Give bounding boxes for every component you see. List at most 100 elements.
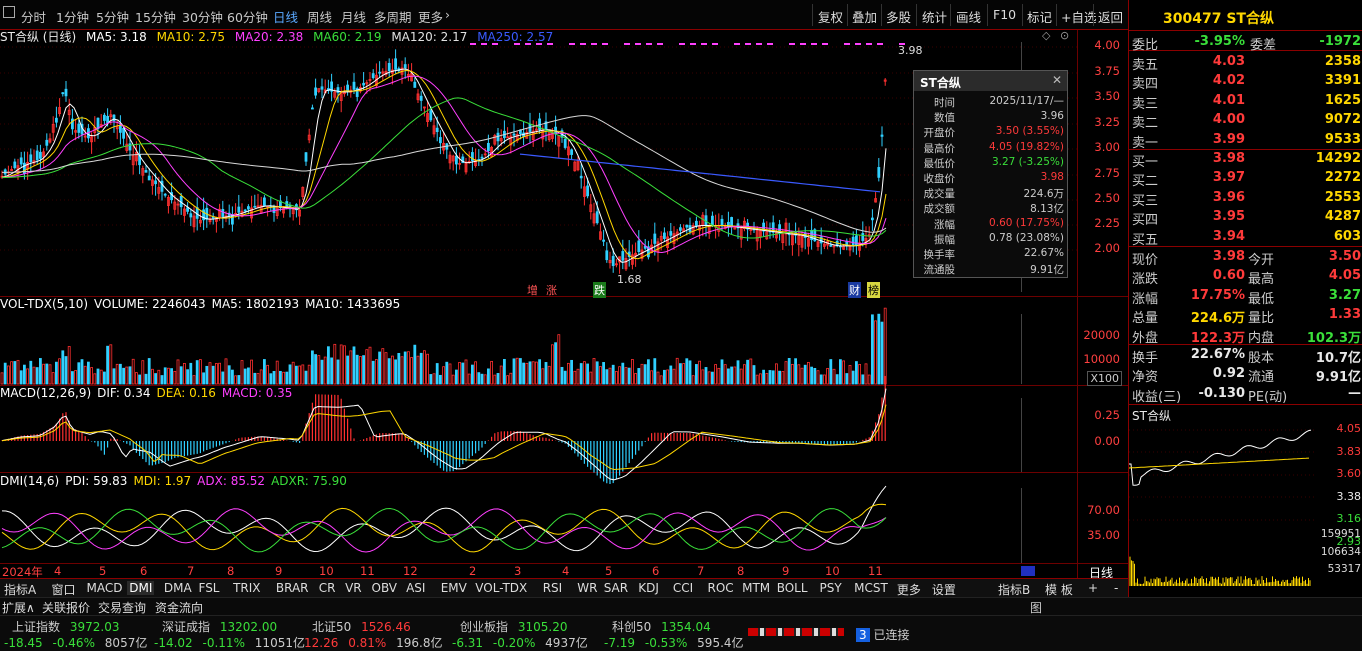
ask-row[interactable]: 卖五 4.03 2358 [1129,52,1362,73]
index-item[interactable]: 上证指数 3972.03 [12,618,119,635]
template-tab[interactable]: 模 板 [1043,581,1075,598]
indicator-tab[interactable]: 指标A [2,581,38,598]
indicator-tab[interactable]: PSY [818,581,844,595]
volume-bar [349,350,353,385]
f10-button[interactable]: F10 [993,7,1016,22]
period-5min[interactable]: 5分钟 [96,7,129,26]
template-tab[interactable]: - [1112,581,1120,595]
indicator-tab[interactable]: 窗口 [50,581,78,598]
trade-query-link[interactable]: 交易查询 [98,599,146,616]
expand-link[interactable]: 扩展∧ [2,599,35,616]
bid-row[interactable]: 买二 3.97 2272 [1129,168,1362,189]
indicator-tab[interactable]: ROC [706,581,736,595]
indicator-tab[interactable]: CCI [671,581,695,595]
period-weekly[interactable]: 周线 [307,7,332,26]
back-button[interactable]: 返回 [1098,7,1123,26]
volume-bar [422,350,426,385]
indicator-tab[interactable]: FSL [197,581,222,595]
chart-icon[interactable]: 图 [1030,599,1042,616]
period-monthly[interactable]: 月线 [341,7,366,26]
multistock-button[interactable]: 多股 [886,7,911,26]
indicator-tab[interactable]: DMI [127,581,155,595]
indicator-tab[interactable]: OBV [370,581,400,595]
period-multi[interactable]: 多周期 [374,7,412,26]
index-item[interactable]: 深证成指 13202.00 [162,618,277,635]
related-quote-link[interactable]: 关联报价 [42,599,90,616]
indicator-tab[interactable]: RSI [541,581,565,595]
period-15min[interactable]: 15分钟 [135,7,176,26]
bid-row[interactable]: 买三 3.96 2553 [1129,188,1362,209]
volume-bar [826,368,829,385]
event-marker-cai[interactable]: 财 [848,282,861,298]
volume-bar [163,367,167,385]
overlay-button[interactable]: 叠加 [852,7,877,26]
index-item[interactable]: 北证50 1526.46 [312,618,411,635]
volume-bar [535,361,538,385]
add-favorite-button[interactable]: +自选 [1061,7,1096,26]
zoom-icon[interactable]: ◇ [1042,29,1050,42]
scroll-indicator[interactable] [1021,566,1035,576]
indicator-tab[interactable]: KDJ [636,581,661,595]
template-tab[interactable]: 指标B [996,581,1032,598]
event-marker-zeng[interactable]: 增 [527,282,538,298]
period-daily[interactable]: 日线 [273,7,298,26]
candle-body [186,207,190,212]
indicator-tab[interactable]: WR [575,581,599,595]
indicator-tab[interactable]: 设置 [930,581,958,598]
fuquan-button[interactable]: 复权 [818,7,843,26]
volume-bar [650,370,653,385]
layout-icon[interactable] [3,6,15,18]
indicator-tab[interactable]: BOLL [775,581,810,595]
event-marker-die[interactable]: 跌 [593,282,606,298]
volume-bar [438,374,442,385]
period-more[interactable]: 更多 [418,7,443,26]
period-fenshi[interactable]: 分时 [21,7,46,26]
bid-row[interactable]: 买四 3.95 4287 [1129,207,1362,228]
connection-status[interactable]: 3 已连接 [856,626,909,643]
mark-button[interactable]: 标记 [1027,7,1052,26]
volume-bar [816,370,820,385]
index-item[interactable]: 创业板指 3105.20 [460,618,567,635]
volume-bar [55,361,58,385]
tooltip-value: 4.05 (19.82%) [989,140,1064,153]
period-1min[interactable]: 1分钟 [56,7,89,26]
y-tick: 4.00 [1094,38,1120,52]
index-item[interactable]: 科创50 1354.04 [612,618,711,635]
ask-row[interactable]: 卖二 4.00 9072 [1129,110,1362,131]
volume-bar [246,367,250,385]
period-30min[interactable]: 30分钟 [182,7,223,26]
stats-button[interactable]: 统计 [922,7,947,26]
stat-label: 现价 [1132,253,1159,268]
ask-row[interactable]: 卖三 4.01 1625 [1129,91,1362,112]
bid-row[interactable]: 买五 3.94 603 [1129,227,1362,248]
indicator-tab[interactable]: VR [343,581,364,595]
draw-button[interactable]: 画线 [956,7,981,26]
indicator-tab[interactable]: DMA [162,581,194,595]
stat-row: 总量 224.6万 量比 1.33 [1129,305,1362,326]
template-tab[interactable]: + [1086,581,1100,595]
period-60min[interactable]: 60分钟 [227,7,268,26]
indicator-tab[interactable]: 更多 [895,581,923,598]
indicator-tab[interactable]: MACD [85,581,125,595]
indicator-tab[interactable]: VOL-TDX [473,581,529,595]
event-marker-bang[interactable]: 榜 [867,282,880,298]
ask-row[interactable]: 卖四 4.02 3391 [1129,71,1362,92]
x-tick: 11 [360,564,375,578]
indicator-tab[interactable]: ASI [404,581,427,595]
ask-row[interactable]: 卖一 3.99 9533 [1129,130,1362,151]
fund-flow-link[interactable]: 资金流向 [155,599,203,616]
volume-bar [493,374,497,385]
settings-icon[interactable]: ⊙ [1060,29,1069,42]
bid-row[interactable]: 买一 3.98 14292 [1129,149,1362,170]
indicator-tab[interactable]: MCST [852,581,890,595]
indicator-tab[interactable]: EMV [439,581,469,595]
indicator-tab[interactable]: MTM [740,581,772,595]
candle-body [403,64,407,69]
indicator-tab[interactable]: SAR [602,581,630,595]
indicator-tab[interactable]: TRIX [231,581,262,595]
indicator-tab[interactable]: CR [317,581,338,595]
event-marker-zhang[interactable]: 涨 [546,282,557,298]
close-icon[interactable]: ✕ [1052,73,1062,87]
candle-body [586,185,589,197]
indicator-tab[interactable]: BRAR [274,581,311,595]
